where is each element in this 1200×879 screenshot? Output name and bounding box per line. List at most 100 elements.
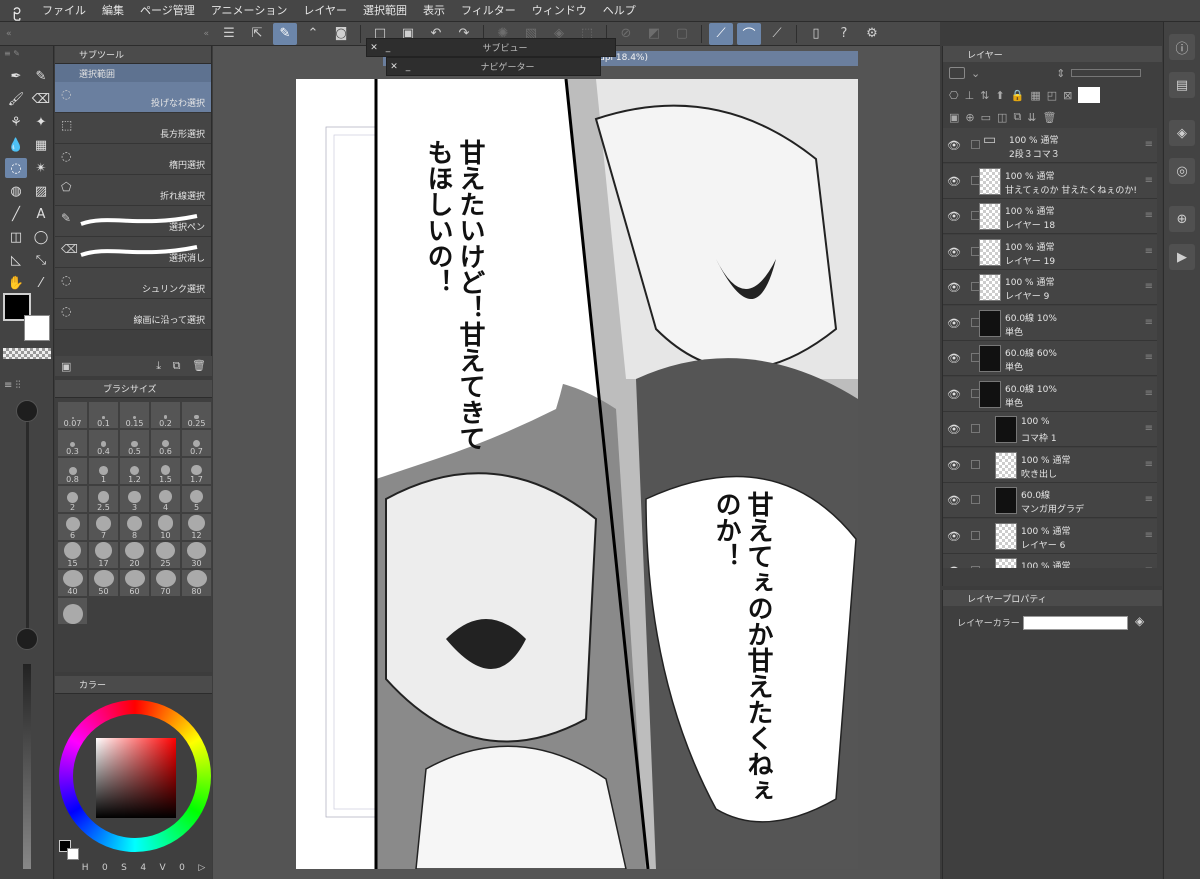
frame-icon[interactable]: ◺ — [5, 250, 27, 270]
layer-menu-icon[interactable]: ≡ — [1145, 210, 1153, 221]
invert-icon[interactable]: ◩ — [642, 23, 666, 45]
gradient-icon[interactable]: ▨ — [30, 181, 52, 201]
brush-size-cell[interactable]: 50 — [89, 570, 118, 596]
layer-row[interactable]: 👁 60.0線 10% 単色 ≡ — [943, 376, 1157, 412]
visibility-eye-icon[interactable]: 👁 — [947, 317, 961, 330]
brush-size-cell[interactable]: 70 — [151, 570, 180, 596]
visibility-eye-icon[interactable]: 👁 — [947, 139, 961, 152]
canvas-area[interactable]: 0mm 製本サイズ:B4 判 257.00 x 364.00mm 600dpi … — [213, 38, 940, 879]
color-menu-icon[interactable]: ▷ — [198, 863, 205, 873]
brush-size-cell[interactable]: 1 — [89, 458, 118, 484]
brush-size-cell[interactable]: 30 — [182, 542, 211, 568]
lock-transparency-icon[interactable]: ▦ — [1030, 89, 1040, 102]
auto-select-icon[interactable]: ✴ — [30, 158, 52, 178]
layer-select-checkbox[interactable] — [971, 140, 980, 149]
menu-layer[interactable]: レイヤー — [295, 0, 355, 22]
layer-menu-icon[interactable]: ≡ — [1145, 175, 1153, 186]
opacity-knob[interactable] — [16, 628, 38, 650]
blend-icon[interactable]: 💧 — [5, 135, 27, 155]
layer-tab[interactable]: レイヤー — [943, 46, 1162, 62]
layer-property-tab[interactable]: レイヤープロパティ — [943, 590, 1162, 606]
close-navigator-icon[interactable]: ✕ — [387, 62, 401, 72]
blend-mode-select[interactable] — [949, 67, 965, 79]
subtool-item-selection-eraser[interactable]: ⌫ 選択消し — [55, 237, 211, 268]
mask-icon[interactable]: ◰ — [1047, 89, 1057, 102]
layer-menu-icon[interactable]: ≡ — [1145, 530, 1153, 541]
layer-row[interactable]: 👁 60.0線 マンガ用グラデ ≡ — [943, 483, 1157, 518]
opacity-gradient[interactable] — [23, 664, 31, 869]
reference-icon[interactable]: ⬆ — [995, 89, 1004, 102]
layer-row[interactable]: 👁 100 % 通常 レイヤー 19 ≡ — [943, 234, 1157, 270]
visibility-eye-icon[interactable]: 👁 — [947, 210, 961, 223]
opacity-chevron-icon[interactable]: ⇕ — [1056, 67, 1065, 80]
menu-selection[interactable]: 選択範囲 — [355, 0, 415, 22]
brush-mode-icon[interactable]: ✎ — [273, 22, 297, 45]
menu-window[interactable]: ウィンドウ — [524, 0, 595, 22]
layer-row[interactable]: 👁 100 % 通常 甘えてぇのか 甘えたくねぇのか! ≡ — [943, 163, 1157, 199]
layer-menu-icon[interactable]: ≡ — [1145, 565, 1153, 568]
brush-size-cell[interactable]: 1.7 — [182, 458, 211, 484]
line-icon[interactable]: ╱ — [5, 204, 27, 224]
brush-size-cell[interactable]: 0.4 — [89, 430, 118, 456]
export-icon[interactable]: ⇱ — [245, 23, 269, 45]
layer-select-checkbox[interactable] — [971, 424, 980, 433]
layer-row[interactable]: 👁 ▭ 100 % 通常 2段３コマ３ ≡ — [943, 128, 1157, 163]
fill-color-icon[interactable]: ◈ — [1135, 614, 1144, 628]
settings-icon[interactable]: ⚙ — [860, 23, 884, 45]
subview-panel[interactable]: ✕ _ サブビュー — [366, 38, 616, 57]
eyedropper-icon[interactable]: ⁄ — [30, 273, 52, 293]
visibility-eye-icon[interactable]: 👁 — [947, 352, 961, 365]
menu-page[interactable]: ページ管理 — [132, 0, 203, 22]
layer-menu-icon[interactable]: ≡ — [1145, 494, 1153, 505]
brush-size-cell[interactable]: 0.15 — [120, 402, 149, 428]
brush-size-cell[interactable]: 3 — [120, 486, 149, 512]
brush-size-cell[interactable]: 0.5 — [120, 430, 149, 456]
sub-color-swatch[interactable] — [24, 315, 50, 341]
special-ruler-icon[interactable]: ⌒ — [737, 22, 761, 45]
subtool-item-selection-pen[interactable]: ✎ 選択ペン — [55, 206, 211, 237]
layer-menu-icon[interactable]: ≡ — [1145, 139, 1153, 150]
visibility-eye-icon[interactable]: 👁 — [947, 388, 961, 401]
menu-help[interactable]: ヘルプ — [595, 0, 644, 22]
brush-size-cell[interactable]: 6 — [58, 514, 87, 540]
cube-icon[interactable]: ◫ — [5, 227, 27, 247]
app-logo-icon[interactable]: ဥ — [0, 0, 34, 22]
layer-select-checkbox[interactable] — [971, 495, 980, 504]
balloon-icon[interactable]: ◯ — [30, 227, 52, 247]
layers-icon[interactable]: ◈ — [1169, 120, 1195, 146]
new-raster-layer-icon[interactable]: ▣ — [949, 111, 959, 124]
combine-icon[interactable]: ⧉ — [1013, 110, 1021, 124]
layer-menu-icon[interactable]: ≡ — [1145, 459, 1153, 470]
layer-select-checkbox[interactable] — [971, 459, 980, 469]
brush-size-cell[interactable]: 0.3 — [58, 430, 87, 456]
menu-animation[interactable]: アニメーション — [203, 0, 296, 22]
decoration-icon[interactable]: ⚘ — [5, 112, 27, 132]
manga-page[interactable]: 甘えたいけど！甘えてきてもほしいの！ 甘えてぇのか甘えたくねぇのか！ — [296, 79, 858, 869]
visibility-eye-icon[interactable]: 👁 — [947, 281, 961, 294]
navigator-panel[interactable]: ✕ _ ナビゲーター — [386, 57, 601, 76]
visibility-eye-icon[interactable]: 👁 — [947, 565, 961, 568]
layer-row[interactable]: 👁 100 % コマ枠 1 ≡ — [943, 412, 1157, 447]
color-tab[interactable]: カラー — [55, 676, 212, 694]
subtool-tab[interactable]: サブツール — [55, 46, 211, 64]
brush-size-cell[interactable]: 0.07 — [58, 402, 87, 428]
layer-row[interactable]: 👁 100 % 通常 レイヤー 6 ≡ — [943, 518, 1157, 554]
collapse-left-icon-2[interactable]: « — [203, 29, 209, 39]
collapse-left-icon[interactable]: « — [6, 29, 12, 39]
brush-size-cell[interactable]: 12 — [182, 514, 211, 540]
layer-lock-icon[interactable]: ⎔ — [949, 89, 959, 102]
lock-icon[interactable]: 🔒 — [1011, 89, 1025, 102]
layer-row[interactable]: 👁100 % 通常レイヤー 5≡ — [943, 554, 1157, 568]
import-icon[interactable]: ⤓ — [156, 359, 161, 372]
fill-bucket-icon[interactable]: ◍ — [5, 181, 27, 201]
material-icon[interactable]: ⊕ — [1169, 206, 1195, 232]
document-icon[interactable]: ▤ — [1169, 72, 1195, 98]
layer-row[interactable]: 👁 60.0線 60% 単色 ≡ — [943, 341, 1157, 376]
deselect-icon[interactable]: ⊘ — [614, 23, 638, 45]
brush-size-slider[interactable]: ≡ ⫶⫶ — [0, 376, 54, 876]
sparkle-icon[interactable]: ✦ — [30, 112, 52, 132]
chevron-down-icon[interactable]: ⌄ — [971, 67, 980, 80]
ruler-icon[interactable]: ⊥ — [965, 89, 975, 102]
close-subview-icon[interactable]: ✕ — [367, 43, 381, 53]
opacity-slider[interactable] — [1071, 69, 1142, 77]
